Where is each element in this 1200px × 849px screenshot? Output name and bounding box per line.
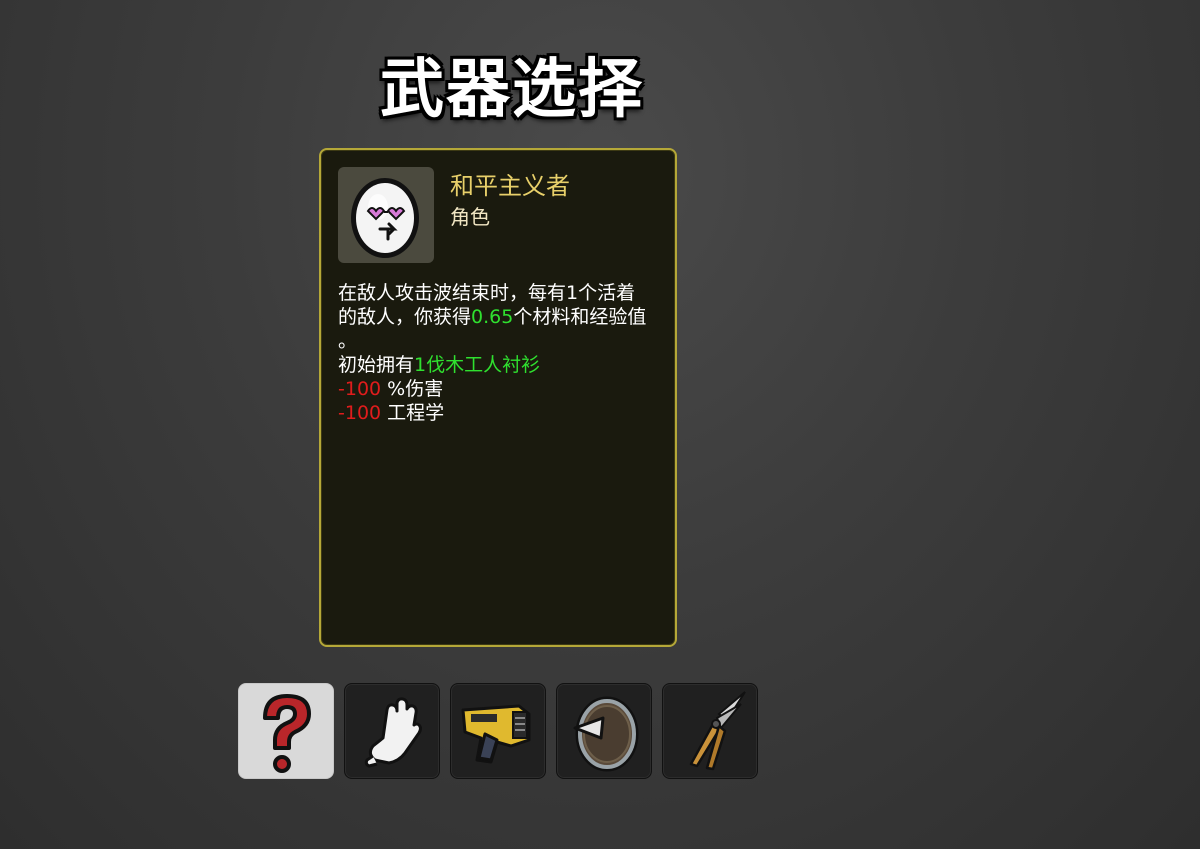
egg-face-heart-glasses-icon — [351, 178, 419, 258]
weapon-slot-shield[interactable] — [556, 683, 652, 779]
weapon-slot-shears[interactable] — [662, 683, 758, 779]
desc-text: 的敌人，你获得 — [338, 306, 472, 328]
taser-gun-icon — [461, 704, 531, 764]
stat-label: %伤害 — [381, 378, 444, 400]
weapon-slot-taser[interactable] — [450, 683, 546, 779]
stat-value: -100 — [338, 378, 382, 400]
desc-line: 的敌人，你获得0.65个材料和经验值 — [338, 305, 660, 329]
character-type: 角色 — [450, 205, 490, 229]
stat-value: -100 — [338, 402, 382, 424]
desc-line: 。 — [338, 330, 358, 352]
fist-hand-icon — [364, 697, 422, 768]
page-title: 武器选择 — [380, 53, 644, 127]
stat-line: -100 %伤害 — [338, 377, 660, 401]
desc-text: 个材料和经验值 — [513, 306, 647, 328]
desc-line: 初始拥有1伐木工人衬衫 — [338, 353, 660, 377]
desc-line: 在敌人攻击波结束时，每有1个活着 — [338, 282, 636, 304]
weapon-slot-fist[interactable] — [344, 683, 440, 779]
character-info-panel: 和平主义者 角色 在敌人攻击波结束时，每有1个活着 的敌人，你获得0.65个材料… — [319, 148, 677, 647]
stat-line: -100 工程学 — [338, 401, 660, 425]
material-value: 0.65 — [471, 306, 514, 328]
character-description: 在敌人攻击波结束时，每有1个活着 的敌人，你获得0.65个材料和经验值 。 初始… — [338, 281, 660, 425]
spiked-shield-icon — [573, 696, 639, 772]
stat-label: 工程学 — [381, 402, 445, 424]
weapon-slot-random[interactable] — [238, 683, 334, 779]
character-name: 和平主义者 — [450, 172, 570, 200]
pruning-shears-icon — [689, 691, 746, 771]
starting-item: 1伐木工人衬衫 — [414, 354, 541, 376]
desc-text: 初始拥有 — [338, 354, 415, 376]
random-question-mark-icon — [263, 694, 311, 773]
character-portrait — [338, 167, 434, 263]
